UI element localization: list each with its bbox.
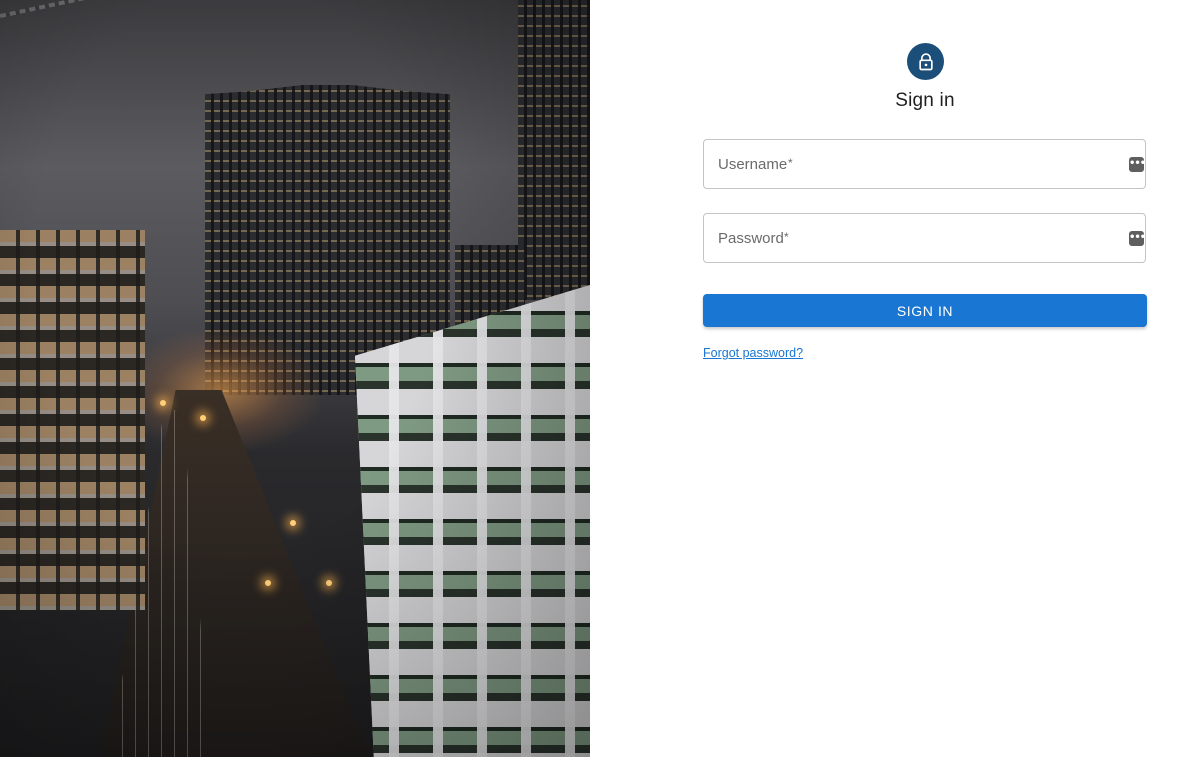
password-field[interactable]: * •••: [703, 213, 1146, 263]
building-right: [518, 0, 590, 300]
password-input[interactable]: [716, 228, 1100, 248]
street-lamp: [200, 415, 206, 421]
street-lamp: [160, 400, 166, 406]
forgot-password-link[interactable]: Forgot password?: [703, 346, 803, 360]
required-marker: *: [788, 156, 793, 170]
street-lamp: [290, 520, 296, 526]
street-lamp: [265, 580, 271, 586]
username-field[interactable]: * •••: [703, 139, 1146, 189]
parking-garage-pillars: [355, 285, 590, 757]
password-manager-icon[interactable]: •••: [1129, 157, 1146, 172]
lock-avatar: [907, 43, 944, 80]
username-input[interactable]: [716, 154, 1100, 174]
hero-photo: [0, 0, 590, 757]
building-under-construction: [0, 230, 145, 610]
sign-in-panel: Sign in * ••• * ••• SIGN IN Forgot passw…: [590, 0, 1200, 757]
crane-shape: [0, 0, 172, 18]
login-page: Sign in * ••• * ••• SIGN IN Forgot passw…: [0, 0, 1200, 757]
sign-in-button[interactable]: SIGN IN: [703, 294, 1147, 327]
password-manager-icon[interactable]: •••: [1129, 231, 1146, 246]
street-lamp: [326, 580, 332, 586]
lock-icon: [918, 52, 933, 70]
required-marker: *: [784, 230, 789, 244]
page-title: Sign in: [895, 90, 955, 111]
